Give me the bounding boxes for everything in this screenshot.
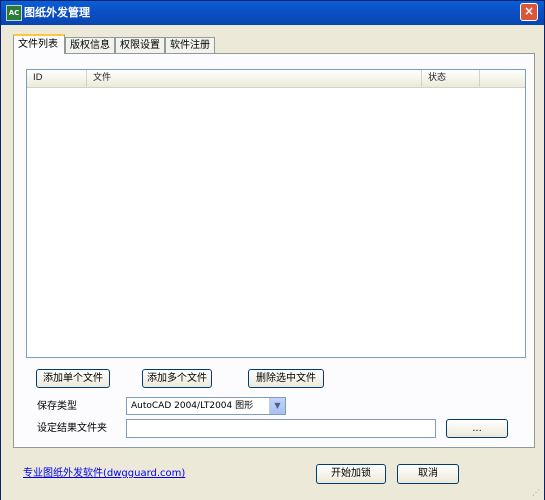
resize-grip-icon[interactable]: ⋰ bbox=[532, 488, 542, 498]
window-title: 图纸外发管理 bbox=[24, 6, 90, 19]
tab-file-list[interactable]: 文件列表 bbox=[13, 34, 65, 54]
save-type-value: AutoCAD 2004/LT2004 图形 bbox=[131, 401, 254, 411]
cancel-button[interactable]: 取消 bbox=[397, 464, 459, 484]
column-header-file[interactable]: 文件 bbox=[87, 70, 422, 87]
title-bar[interactable]: AC 图纸外发管理 × bbox=[1, 1, 544, 25]
tab-software-registration[interactable]: 软件注册 bbox=[165, 37, 215, 53]
close-button[interactable]: × bbox=[520, 3, 538, 21]
start-lock-button[interactable]: 开始加锁 bbox=[316, 464, 386, 484]
chevron-down-icon[interactable]: ▼ bbox=[269, 398, 285, 414]
save-type-label: 保存类型 bbox=[37, 401, 77, 412]
tab-permission-settings[interactable]: 权限设置 bbox=[115, 37, 165, 53]
add-single-file-button[interactable]: 添加单个文件 bbox=[36, 369, 110, 388]
save-type-select[interactable]: AutoCAD 2004/LT2004 图形 ▼ bbox=[126, 397, 286, 415]
add-multiple-files-button[interactable]: 添加多个文件 bbox=[142, 369, 212, 388]
output-folder-label: 设定结果文件夹 bbox=[37, 423, 107, 434]
main-window: AC 图纸外发管理 × 文件列表 版权信息 权限设置 软件注册 ID 文件 状态… bbox=[0, 0, 545, 500]
file-list-view[interactable]: ID 文件 状态 bbox=[26, 69, 526, 358]
delete-selected-files-button[interactable]: 删除选中文件 bbox=[248, 369, 324, 388]
column-header-id[interactable]: ID bbox=[27, 70, 87, 87]
file-list-header: ID 文件 状态 bbox=[27, 70, 525, 88]
browse-button[interactable]: ... bbox=[446, 419, 508, 438]
output-folder-input[interactable] bbox=[126, 419, 436, 438]
website-link[interactable]: 专业图纸外发软件(dwgguard.com) bbox=[23, 467, 185, 481]
tab-copyright-info[interactable]: 版权信息 bbox=[65, 37, 115, 53]
app-icon: AC bbox=[6, 5, 22, 21]
column-header-status[interactable]: 状态 bbox=[422, 70, 480, 87]
